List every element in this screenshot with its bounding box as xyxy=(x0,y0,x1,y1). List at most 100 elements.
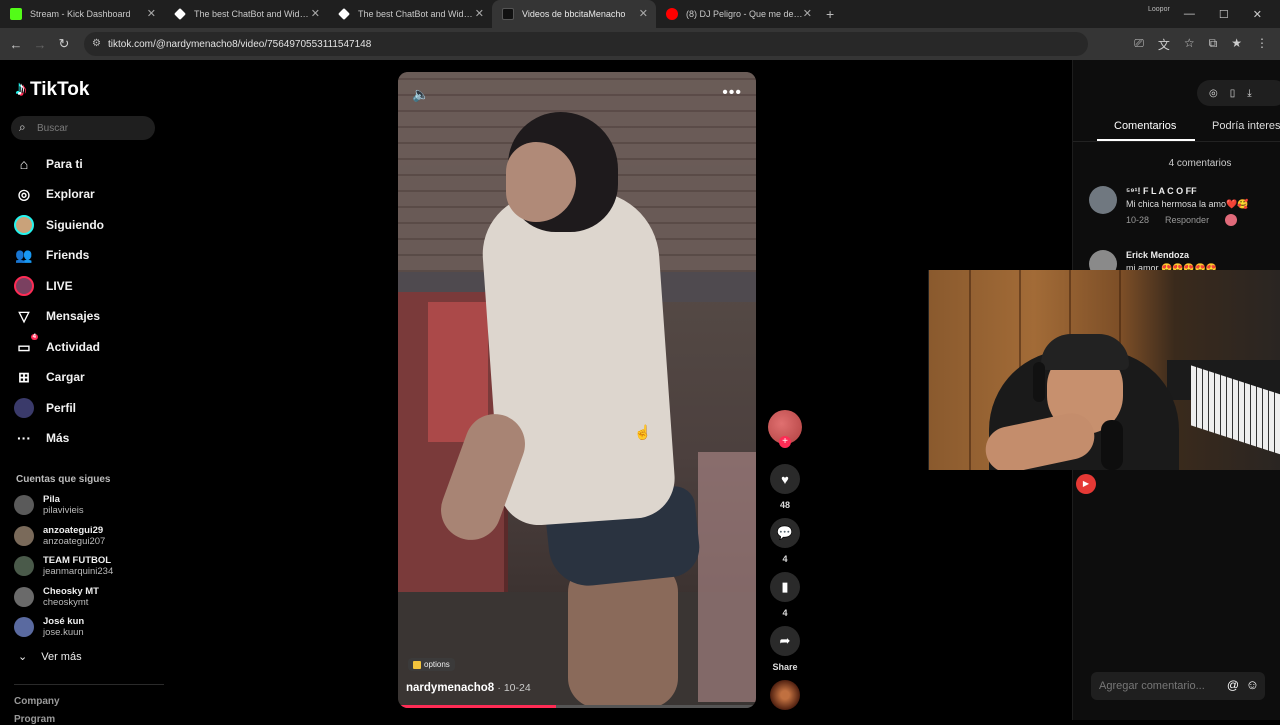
close-tab-icon[interactable]: ✕ xyxy=(475,7,484,20)
share-button[interactable]: ➦ xyxy=(770,626,800,656)
send-icon: ▽ xyxy=(18,307,30,324)
nav-actividad[interactable]: ▭ 4 Actividad xyxy=(14,334,100,359)
comment-placeholder: Agregar comentario... xyxy=(1099,680,1205,692)
reply-button[interactable]: Responder xyxy=(1165,215,1209,225)
video-progress-bar[interactable] xyxy=(398,705,756,708)
following-account[interactable]: Cheosky MT cheoskymt xyxy=(14,586,99,608)
webcam-microphone xyxy=(1101,420,1123,470)
video-author[interactable]: nardymenacho8 · 10-24 xyxy=(406,682,531,694)
new-tab-icon[interactable]: + xyxy=(826,6,834,22)
search-input[interactable]: ⌕ Buscar xyxy=(11,116,155,140)
brand-name: TikTok xyxy=(30,78,90,100)
music-disc-icon[interactable] xyxy=(770,680,800,710)
nav-label: Para ti xyxy=(46,157,83,171)
nav-label: LIVE xyxy=(46,279,73,293)
share-icon: ➦ xyxy=(779,633,791,648)
upload-icon: ⊞ xyxy=(18,368,30,385)
video-progress-fill xyxy=(398,705,556,708)
extensions-icon[interactable]: ⧉ xyxy=(1209,36,1218,53)
browser-tab[interactable]: The best ChatBot and Widgets ✕ xyxy=(164,0,328,28)
nav-friends[interactable]: 👥 Friends xyxy=(14,243,89,267)
avatar[interactable] xyxy=(1089,186,1117,214)
nav-mensajes[interactable]: ▽ Mensajes xyxy=(14,304,100,328)
download-icon[interactable]: ⤓ xyxy=(1247,88,1251,99)
see-more-button[interactable]: ⌄ Ver más xyxy=(18,650,82,664)
phone-icon[interactable]: ▯ xyxy=(1230,88,1236,99)
nav-live[interactable]: LIVE xyxy=(14,274,73,298)
liked-heart-icon[interactable] xyxy=(1225,214,1238,226)
account-handle: jeanmarquini234 xyxy=(43,566,114,577)
comment-user[interactable]: ⁵⁹¹! F L A C O FF xyxy=(1126,186,1248,196)
like-button[interactable]: ♥ xyxy=(770,464,800,494)
more-icon: ··· xyxy=(17,430,31,446)
creator-avatar[interactable]: + xyxy=(768,410,802,448)
browser-profile[interactable]: Loopor xyxy=(1148,6,1188,14)
browser-tab[interactable]: The best ChatBot and Widgets ✕ xyxy=(328,0,492,28)
avatar xyxy=(14,495,34,515)
address-bar[interactable]: ⚙ tiktok.com/@nardymenacho8/video/756497… xyxy=(84,32,1088,56)
following-account[interactable]: anzoategui29 anzoategui207 xyxy=(14,525,105,547)
author-name: nardymenacho8 xyxy=(406,682,495,694)
hand-cursor-icon: ☝ xyxy=(634,424,652,440)
close-window-icon[interactable]: ✕ xyxy=(1253,8,1262,21)
following-account[interactable]: Pila pilavivieis xyxy=(14,494,84,516)
comment-button[interactable]: 💬 xyxy=(770,518,800,548)
webcam-overlay xyxy=(928,270,1280,470)
close-tab-icon[interactable]: ✕ xyxy=(147,7,156,20)
comment-input[interactable]: Agregar comentario... @ ☺ xyxy=(1091,672,1265,700)
compass-icon[interactable]: ◎ xyxy=(1209,88,1218,99)
reload-icon[interactable]: ↻ xyxy=(52,36,76,52)
favorites-icon[interactable]: ★ xyxy=(1231,36,1242,53)
nav-label: Perfil xyxy=(46,401,77,415)
menu-icon[interactable]: ⋮ xyxy=(1256,36,1268,53)
tiktok-logo[interactable]: ♪ TikTok xyxy=(16,78,89,101)
account-name: anzoategui29 xyxy=(43,525,104,536)
tab-title: The best ChatBot and Widgets xyxy=(358,9,476,19)
browser-tab[interactable]: (8) DJ Peligro - Que me deje co ✕ xyxy=(656,0,820,28)
more-options-icon[interactable]: ••• xyxy=(722,84,742,102)
options-tag[interactable]: options xyxy=(408,658,455,671)
comment-meta: 10-28 Responder xyxy=(1126,214,1248,226)
nav-cargar[interactable]: ⊞ Cargar xyxy=(14,365,85,389)
follow-plus-icon[interactable]: + xyxy=(779,436,791,448)
nav-label: Cargar xyxy=(46,370,85,384)
nav-para-ti[interactable]: ⌂ Para ti xyxy=(14,152,83,176)
close-tab-icon[interactable]: ✕ xyxy=(803,7,812,20)
nav-perfil[interactable]: Perfil xyxy=(14,396,76,420)
bookmark-star-icon[interactable]: ☆ xyxy=(1184,36,1195,53)
browser-tab-active[interactable]: Videos de bbcitaMenacho ✕ xyxy=(492,0,656,28)
account-name: Cheosky MT xyxy=(43,586,99,597)
nav-siguiendo[interactable]: Siguiendo xyxy=(14,213,104,237)
tab-comments[interactable]: Comentarios xyxy=(1114,120,1176,132)
translate-icon[interactable]: 文 xyxy=(1158,36,1170,53)
nav-mas[interactable]: ··· Más xyxy=(14,426,69,450)
nav-explorar[interactable]: ◎ Explorar xyxy=(14,182,95,206)
video-player[interactable]: 🔈 ••• ☝ options nardymenacho8 · 10-24 xyxy=(398,72,756,708)
profile-icon xyxy=(14,398,34,418)
mention-icon[interactable]: @ xyxy=(1227,678,1239,692)
install-app-icon[interactable]: ⎚ xyxy=(1134,36,1144,53)
close-tab-icon[interactable]: ✕ xyxy=(311,7,320,20)
minimize-icon[interactable]: — xyxy=(1184,8,1195,20)
url-text: tiktok.com/@nardymenacho8/video/75649705… xyxy=(108,38,372,50)
tiktok-sidebar: ♪ TikTok ⌕ Buscar ⌂ Para ti ◎ Explorar Sigui… xyxy=(0,60,170,725)
comment-item: ⁵⁹¹! F L A C O FF Mi chica hermosa la am… xyxy=(1089,186,1248,226)
following-account[interactable]: TEAM FUTBOL jeanmarquini234 xyxy=(14,555,113,577)
volume-icon[interactable]: 🔈 xyxy=(412,86,429,103)
site-info-icon[interactable]: ⚙ xyxy=(92,38,101,49)
forward-icon[interactable]: → xyxy=(28,37,52,52)
tab-suggestions[interactable]: Podría interes xyxy=(1212,120,1280,132)
friends-icon: 👥 xyxy=(15,246,33,263)
browser-tab[interactable]: Stream - Kick Dashboard ✕ xyxy=(0,0,164,28)
emoji-icon[interactable]: ☺ xyxy=(1246,677,1259,692)
tag-icon xyxy=(413,660,421,669)
maximize-icon[interactable]: ☐ xyxy=(1219,8,1229,21)
browser-tab-bar: Stream - Kick Dashboard ✕ The best ChatBo… xyxy=(0,0,1280,28)
following-account[interactable]: José kun jose.kuun xyxy=(14,616,84,638)
save-button[interactable]: ▮ xyxy=(770,572,800,602)
close-tab-icon[interactable]: ✕ xyxy=(639,7,648,20)
company-link[interactable]: Company xyxy=(14,696,60,707)
back-icon[interactable]: ← xyxy=(4,37,28,52)
comment-user[interactable]: Erick Mendoza xyxy=(1126,250,1217,260)
browser-extensions: ⎚ 文 ☆ ⧉ ★ ⋮ xyxy=(1134,36,1268,53)
